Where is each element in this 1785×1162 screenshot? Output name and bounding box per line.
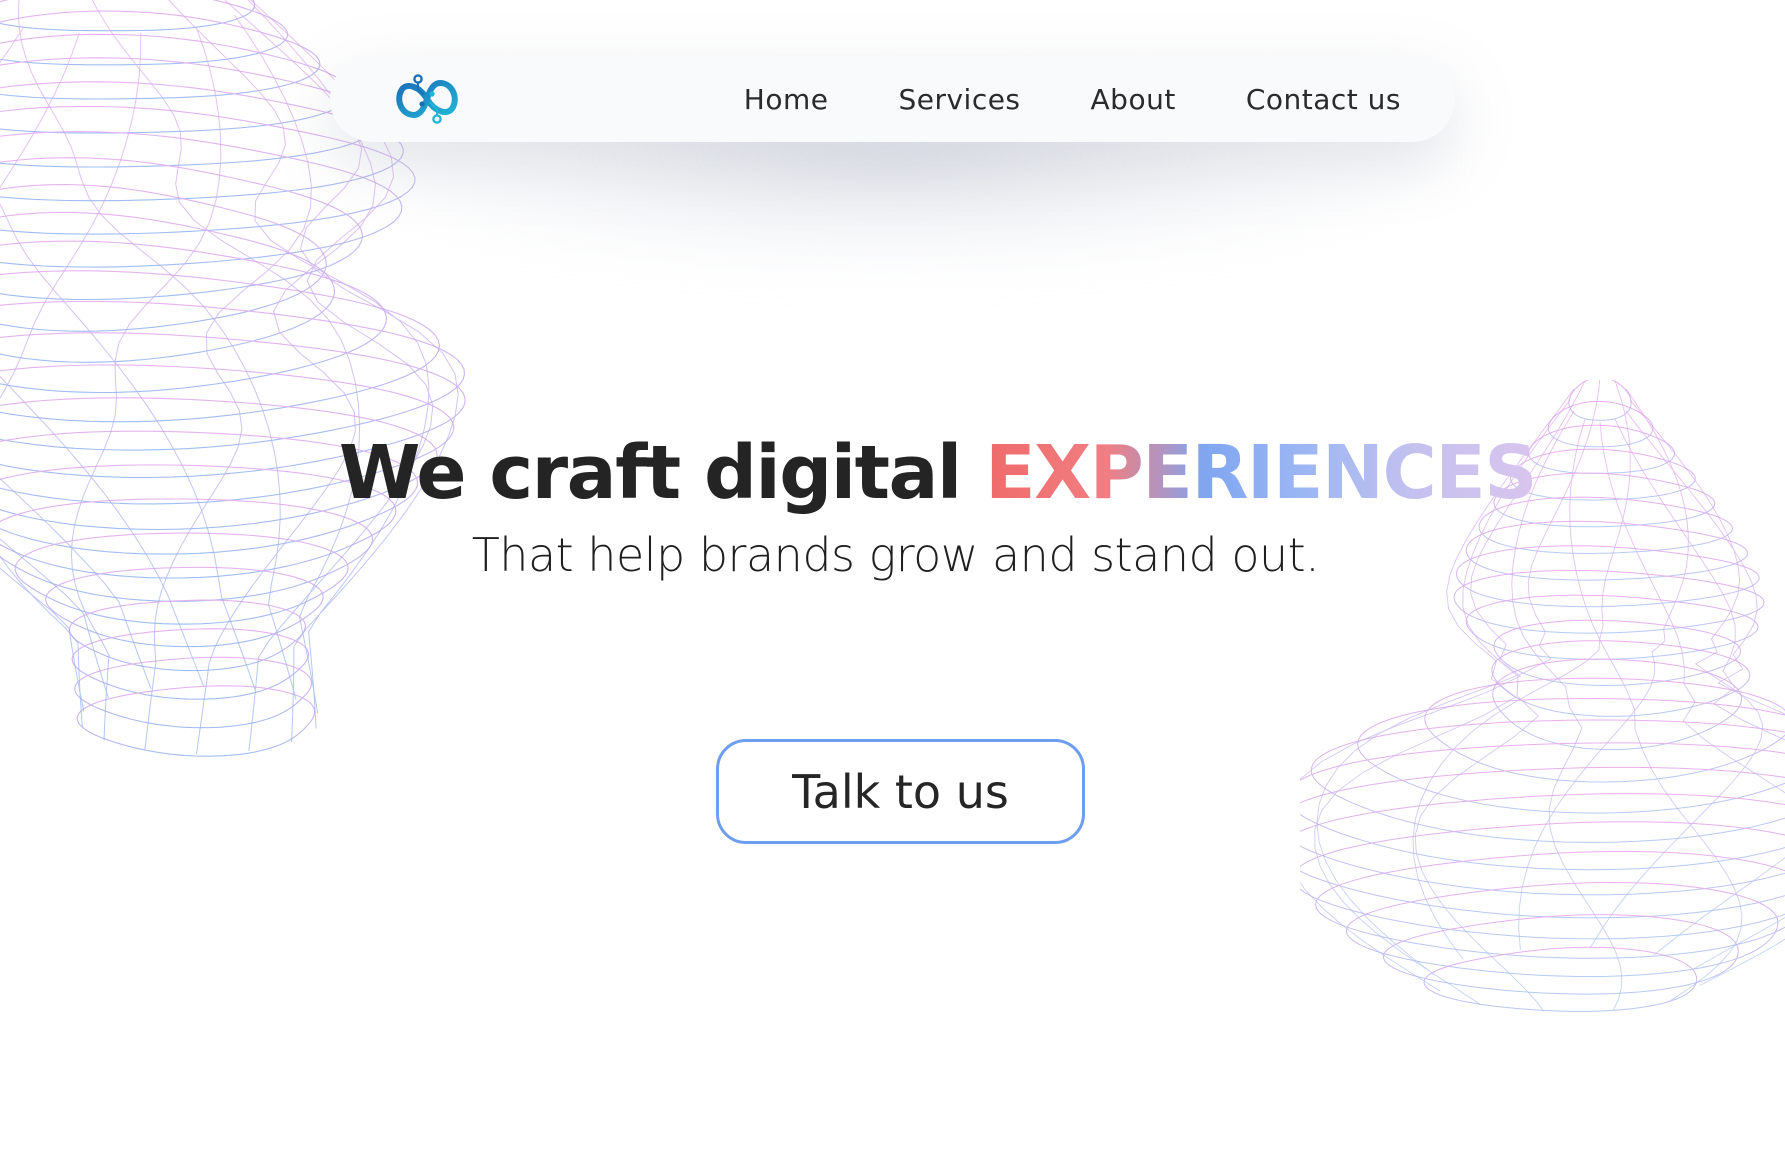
nav-link-services[interactable]: Services [898, 83, 1020, 116]
nav-link-contact-us[interactable]: Contact us [1246, 83, 1401, 116]
hero-title: We craft digital EXPERIENCES [0, 430, 1785, 516]
hero-title-accent: EXPERIENCES [985, 430, 1538, 516]
talk-to-us-button[interactable]: Talk to us [716, 739, 1085, 844]
hero-title-prefix: We craft digital [338, 430, 986, 516]
nav-link-home[interactable]: Home [744, 83, 829, 116]
infinity-circuit-logo-icon[interactable] [392, 69, 462, 129]
hero-subtitle: That help brands grow and stand out. [471, 528, 1320, 582]
nav-link-about[interactable]: About [1091, 83, 1176, 116]
landing-page: Home Services About Contact us We craft … [0, 0, 1785, 1162]
navbar: Home Services About Contact us [330, 56, 1455, 142]
nav-links: Home Services About Contact us [744, 83, 1401, 116]
